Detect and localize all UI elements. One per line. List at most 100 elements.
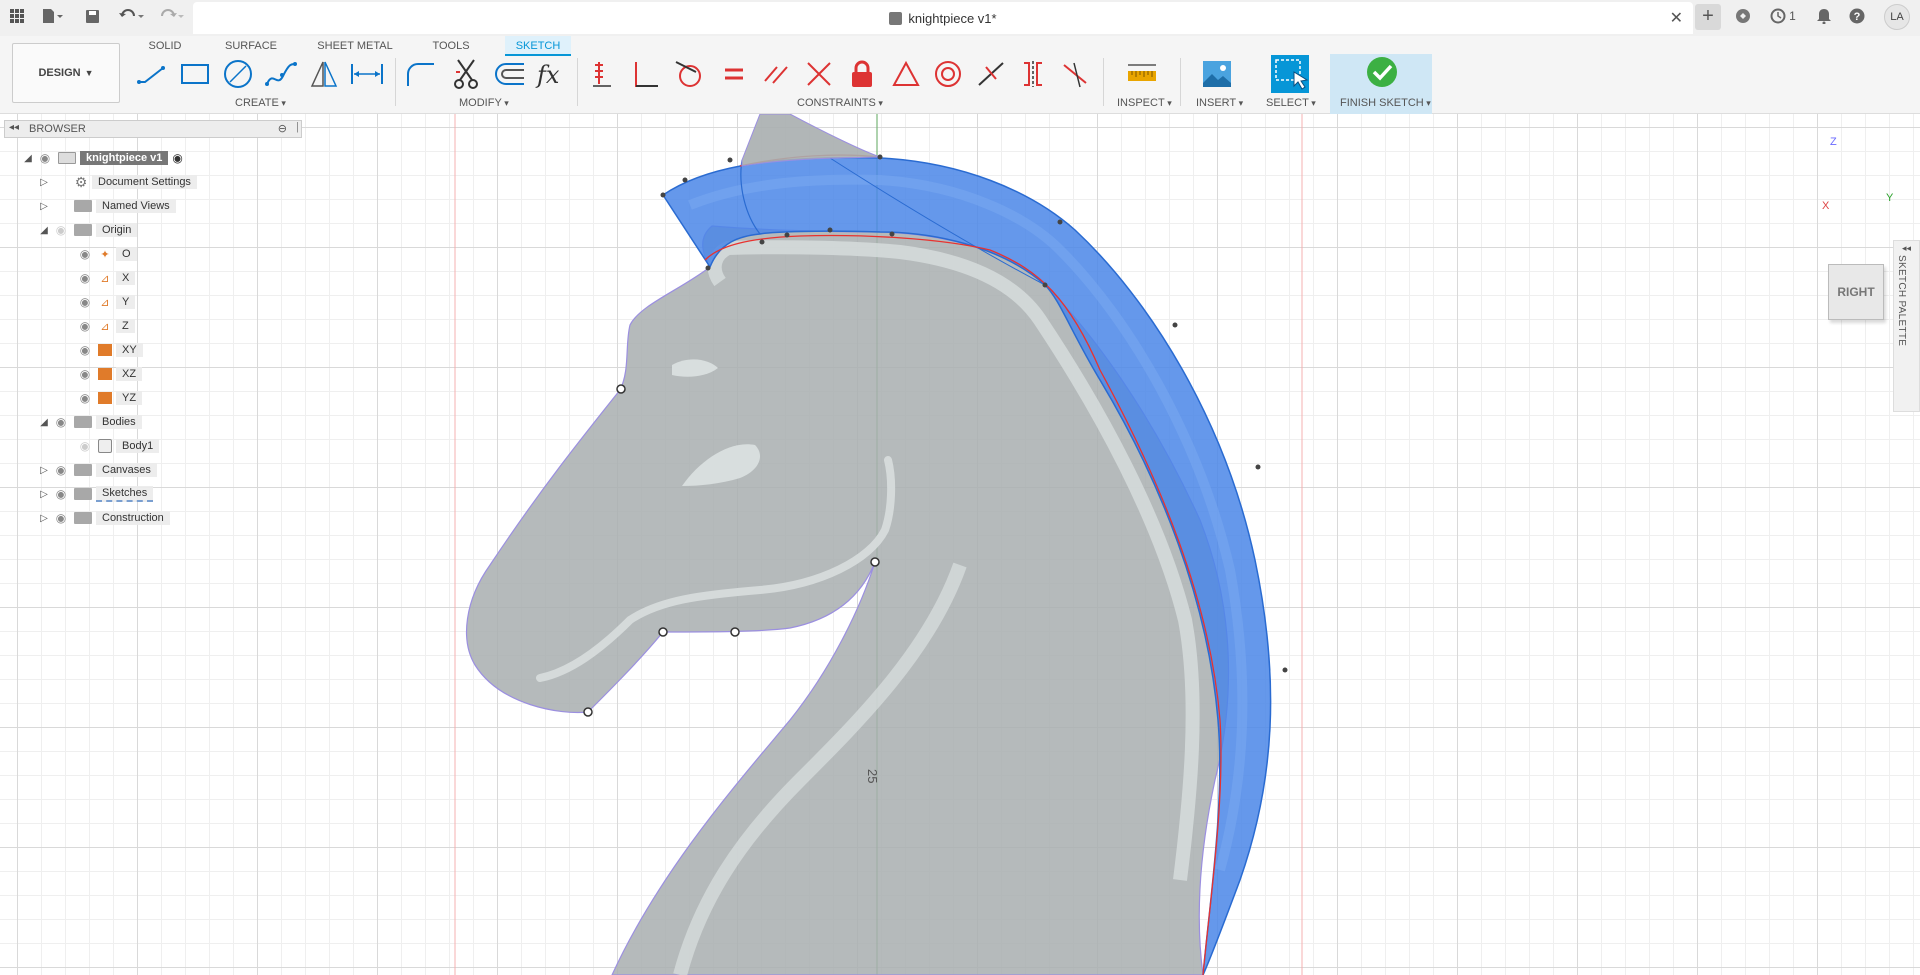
browser-item-root[interactable]: ◢ ◉ knightpiece v1 ◉ (20, 149, 183, 167)
concentric-constraint-icon[interactable] (929, 56, 967, 92)
perpendicular-constraint-icon[interactable] (627, 56, 665, 92)
browser-item-document-settings[interactable]: ▷ ⚙ Document Settings (36, 173, 197, 191)
browser-item-origin[interactable]: ◢ ◉ Origin (36, 221, 138, 239)
parameters-fx-icon[interactable]: fx (533, 56, 571, 92)
line-tool-icon[interactable] (133, 56, 171, 92)
triangle-constraint-icon[interactable] (887, 56, 925, 92)
visibility-icon[interactable]: ◉ (76, 295, 94, 309)
modify-menu[interactable]: MODIFY (459, 97, 509, 109)
fix-constraint-icon[interactable] (585, 56, 623, 92)
perpendicular-lines-icon[interactable] (800, 56, 838, 92)
browser-item-xz-plane[interactable]: ◉ XZ (76, 365, 143, 383)
visibility-icon[interactable]: ◉ (76, 247, 94, 261)
trim-tool-icon[interactable] (447, 56, 485, 92)
finish-sketch-button[interactable]: FINISH SKETCH (1330, 54, 1432, 114)
visibility-icon[interactable]: ◉ (76, 391, 94, 405)
job-status[interactable]: 1 (1765, 4, 1801, 28)
collapse-triangle-icon[interactable]: ◢ (36, 417, 52, 428)
visibility-icon[interactable]: ◉ (76, 319, 94, 333)
browser-item-canvases[interactable]: ▷ ◉ Canvases (36, 461, 157, 479)
tab-solid[interactable]: SOLID (144, 36, 186, 56)
constraints-menu[interactable]: CONSTRAINTS (797, 97, 883, 109)
create-menu[interactable]: CREATE (235, 97, 286, 109)
select-tool-icon[interactable] (1271, 55, 1309, 93)
collinear-constraint-icon[interactable] (1056, 56, 1094, 92)
tangent-constraint-icon[interactable] (669, 56, 707, 92)
visibility-icon[interactable]: ◉ (76, 439, 94, 453)
expand-triangle-icon[interactable]: ▷ (36, 177, 52, 188)
visibility-icon[interactable]: ◉ (52, 415, 70, 429)
visibility-icon[interactable]: ◉ (52, 487, 70, 501)
measure-tool-icon[interactable] (1123, 56, 1161, 92)
sketch-palette-tab[interactable]: ◂◂ SKETCH PALETTE (1893, 240, 1920, 412)
browser-item-construction[interactable]: ▷ ◉ Construction (36, 509, 170, 527)
visibility-icon[interactable]: ◉ (36, 151, 54, 165)
visibility-icon[interactable]: ◉ (76, 271, 94, 285)
lock-icon[interactable] (843, 56, 881, 92)
browser-item-yz-plane[interactable]: ◉ YZ (76, 389, 143, 407)
viewcube[interactable]: RIGHT (1828, 264, 1884, 320)
browser-item-label: Body1 (116, 439, 160, 453)
activate-radio-icon[interactable]: ◉ (172, 151, 182, 165)
browser-item-x-axis[interactable]: ◉ ⊿ X (76, 269, 136, 287)
visibility-icon[interactable]: ◉ (52, 463, 70, 477)
save-icon[interactable] (82, 4, 102, 28)
browser-item-xy-plane[interactable]: ◉ XY (76, 341, 143, 359)
browser-item-body1[interactable]: ◉ Body1 (76, 437, 160, 455)
rectangle-tool-icon[interactable] (176, 56, 214, 92)
collapse-triangle-icon[interactable]: ◢ (20, 153, 36, 164)
equal-constraint-icon[interactable] (715, 56, 753, 92)
avatar[interactable]: LA (1884, 4, 1910, 30)
bell-icon[interactable] (1814, 4, 1834, 28)
fillet-tool-icon[interactable] (401, 56, 439, 92)
toolbar-divider (395, 58, 396, 106)
document-tab[interactable]: knightpiece v1* ✕ (193, 2, 1693, 34)
file-icon[interactable] (38, 4, 66, 28)
tab-tools[interactable]: TOOLS (427, 36, 475, 56)
expand-triangle-icon[interactable]: ▷ (36, 513, 52, 524)
midpoint-constraint-icon[interactable] (972, 56, 1010, 92)
browser-item-y-axis[interactable]: ◉ ⊿ Y (76, 293, 136, 311)
tab-surface[interactable]: SURFACE (222, 36, 280, 56)
browser-item-origin-point[interactable]: ◉ ✦ O (76, 245, 137, 263)
expand-triangle-icon[interactable]: ▷ (36, 465, 52, 476)
browser-item-sketches[interactable]: ▷ ◉ Sketches (36, 485, 154, 503)
expand-triangle-icon[interactable]: ▷ (36, 201, 52, 212)
panel-pin-icon[interactable]: | (296, 121, 299, 133)
visibility-icon[interactable]: ◉ (52, 223, 70, 237)
help-icon[interactable]: ? (1847, 4, 1867, 28)
tab-sheet-metal[interactable]: SHEET METAL (316, 36, 394, 56)
mirror-tool-icon[interactable] (305, 56, 343, 92)
new-tab-button[interactable]: + (1695, 4, 1721, 30)
symmetry-constraint-icon[interactable] (1014, 56, 1052, 92)
folder-icon (74, 200, 92, 212)
workspace-switcher[interactable]: DESIGN ▼ (12, 43, 120, 103)
dimension-label[interactable]: 25 (865, 769, 880, 783)
browser-item-bodies[interactable]: ◢ ◉ Bodies (36, 413, 142, 431)
tab-sketch[interactable]: SKETCH (505, 36, 571, 56)
expand-triangle-icon[interactable]: ▷ (36, 489, 52, 500)
insert-menu[interactable]: INSERT (1196, 97, 1243, 109)
inspect-menu[interactable]: INSPECT (1117, 97, 1172, 109)
visibility-icon[interactable]: ◉ (52, 511, 70, 525)
collapse-icon[interactable]: ◂◂ (9, 122, 19, 133)
offset-tool-icon[interactable] (490, 56, 528, 92)
visibility-icon[interactable]: ◉ (76, 343, 94, 357)
expand-palette-icon[interactable]: ◂◂ (1902, 243, 1911, 254)
browser-item-named-views[interactable]: ▷ Named Views (36, 197, 176, 215)
minimize-icon[interactable]: ⊖ (278, 122, 287, 135)
dimension-tool-icon[interactable] (348, 56, 386, 92)
visibility-icon[interactable]: ◉ (76, 367, 94, 381)
browser-item-z-axis[interactable]: ◉ ⊿ Z (76, 317, 135, 335)
insert-image-icon[interactable] (1198, 56, 1236, 92)
select-menu[interactable]: SELECT (1266, 97, 1316, 109)
extensions-icon[interactable] (1733, 4, 1753, 28)
parallel-constraint-icon[interactable] (757, 56, 795, 92)
spline-tool-icon[interactable] (262, 56, 300, 92)
circle-tool-icon[interactable] (219, 56, 257, 92)
close-icon[interactable]: ✕ (1670, 8, 1683, 28)
collapse-triangle-icon[interactable]: ◢ (36, 225, 52, 236)
grid-icon[interactable] (8, 4, 26, 28)
redo-icon[interactable] (156, 4, 186, 28)
undo-icon[interactable] (116, 4, 146, 28)
